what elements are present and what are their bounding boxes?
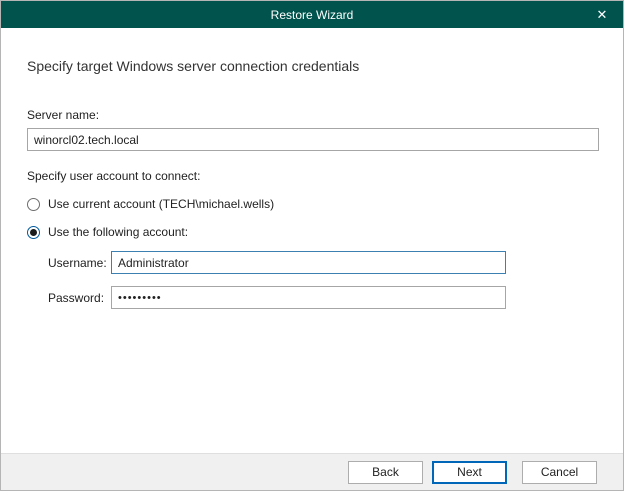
dialog-content: Specify target Windows server connection… (1, 58, 623, 309)
username-row: Username: (27, 251, 597, 274)
footer-bar: Back Next Cancel (1, 453, 623, 490)
radio-following-account-label: Use the following account: (48, 225, 188, 239)
page-title: Specify target Windows server connection… (27, 58, 597, 74)
back-button[interactable]: Back (348, 461, 423, 484)
password-row: Password: (27, 286, 597, 309)
next-button[interactable]: Next (432, 461, 507, 484)
radio-unchecked-icon[interactable] (27, 198, 40, 211)
server-name-input[interactable] (27, 128, 599, 151)
radio-checked-icon[interactable] (27, 226, 40, 239)
titlebar[interactable]: Restore Wizard ✕ (1, 1, 623, 28)
account-section-label: Specify user account to connect: (27, 169, 597, 183)
radio-current-account[interactable]: Use current account (TECH\michael.wells) (27, 197, 597, 211)
password-label: Password: (48, 291, 111, 305)
radio-following-account[interactable]: Use the following account: (27, 225, 597, 239)
close-icon[interactable]: ✕ (581, 1, 623, 28)
radio-current-account-label: Use current account (TECH\michael.wells) (48, 197, 274, 211)
server-name-label: Server name: (27, 108, 597, 122)
username-input[interactable] (111, 251, 506, 274)
cancel-button[interactable]: Cancel (522, 461, 597, 484)
password-input[interactable] (111, 286, 506, 309)
username-label: Username: (48, 256, 111, 270)
window-title: Restore Wizard (271, 8, 354, 22)
restore-wizard-dialog: Restore Wizard ✕ Specify target Windows … (0, 0, 624, 491)
